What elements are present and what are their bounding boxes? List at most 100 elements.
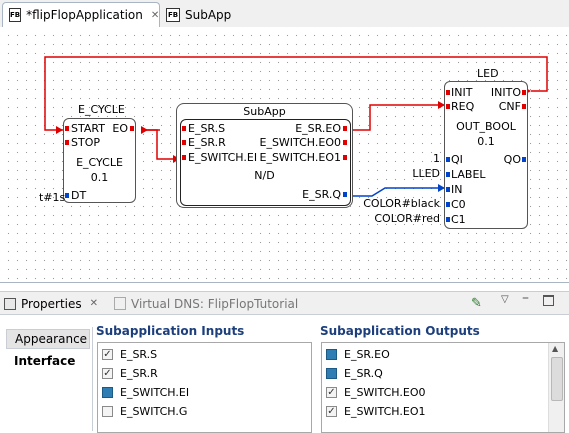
data-port[interactable] <box>446 202 450 207</box>
minimize-icon[interactable]: – <box>522 290 529 306</box>
tab-label: Properties <box>21 296 82 311</box>
item-label: E_SR.EO <box>344 348 390 361</box>
item-label: E_SWITCH.EO0 <box>344 386 426 399</box>
event-port[interactable] <box>182 140 186 145</box>
event-port[interactable] <box>65 126 69 131</box>
event-port[interactable] <box>522 104 526 109</box>
tab-virtual-dns[interactable]: Virtual DNS: FlipFlopTutorial <box>114 292 298 315</box>
editor-tab-bar: FB *flipFlopApplication ✕ FB SubApp <box>0 0 569 28</box>
data-port[interactable] <box>522 157 526 162</box>
data-port[interactable] <box>65 193 69 198</box>
port-label: INIT <box>451 86 473 99</box>
checkbox-checked-icon[interactable]: ✓ <box>326 387 337 398</box>
side-tab-appearance[interactable]: Appearance <box>6 329 90 349</box>
checkbox-unchecked-icon[interactable] <box>102 406 113 417</box>
subapp-title: SubApp <box>243 105 286 118</box>
port-start-label: START <box>71 122 105 135</box>
subapp-type-label: N/D <box>254 169 275 182</box>
block-type-label: E_CYCLE <box>76 156 123 169</box>
e-cycle-instance-name[interactable]: E_CYCLE <box>78 103 125 116</box>
port-label: QI <box>451 153 463 166</box>
list-item[interactable]: ✓ E_SWITCH.EO0 <box>322 383 564 402</box>
arrow-marker <box>56 126 63 134</box>
scrollbar[interactable]: ▲ <box>548 343 564 432</box>
tab-properties[interactable]: Properties ✕ <box>4 292 98 315</box>
list-item[interactable]: ✓ E_SR.R <box>98 364 311 383</box>
properties-panel: Appearance Interface Subapplication Inpu… <box>0 315 569 433</box>
list-item[interactable]: E_SWITCH.EI <box>98 383 311 402</box>
close-icon[interactable]: ✕ <box>151 10 159 21</box>
view-menu-icon[interactable]: ▽ <box>501 294 509 305</box>
item-label: E_SR.R <box>120 367 158 380</box>
event-port[interactable] <box>343 126 347 131</box>
item-label: E_SWITCH.EI <box>120 386 190 399</box>
diagram-canvas[interactable]: E_CYCLE START STOP EO E_CYCLE 0.1 DT t#1… <box>0 27 569 283</box>
inputs-list[interactable]: ✓ E_SR.S ✓ E_SR.R E_SWITCH.EI E_SWITCH.G <box>97 342 312 433</box>
tab-label: *flipFlopApplication <box>26 8 143 22</box>
data-port[interactable] <box>446 157 450 162</box>
tab-flipflop-application[interactable]: FB *flipFlopApplication ✕ <box>2 2 160 27</box>
event-port[interactable] <box>446 90 450 95</box>
event-port[interactable] <box>65 140 69 145</box>
pin-icon[interactable]: ✎ <box>471 296 482 311</box>
block-version-label: 0.1 <box>90 171 109 184</box>
port-dt-label: DT <box>71 189 87 202</box>
maximize-icon[interactable] <box>543 295 554 306</box>
inputs-section-title: Subapplication Inputs <box>96 324 245 338</box>
block-type-label: OUT_BOOL <box>456 120 516 133</box>
c0-parameter-value[interactable]: COLOR#black <box>350 197 440 210</box>
event-pin-icon[interactable] <box>326 368 337 379</box>
dns-icon <box>114 297 126 310</box>
event-pin-icon[interactable] <box>326 349 337 360</box>
arrow-marker <box>141 126 148 134</box>
event-port[interactable] <box>182 155 186 160</box>
event-port[interactable] <box>522 90 526 95</box>
label-parameter-value[interactable]: LLED <box>392 167 440 180</box>
port-label: E_SWITCH.EO1 <box>259 151 342 164</box>
tab-subapp[interactable]: FB SubApp <box>160 2 240 27</box>
side-tab-interface[interactable]: Interface <box>6 351 92 371</box>
scroll-up-icon[interactable]: ▲ <box>552 344 558 353</box>
event-pin-icon[interactable] <box>102 387 113 398</box>
checkbox-checked-icon[interactable]: ✓ <box>102 349 113 360</box>
led-instance-name[interactable]: LED <box>477 67 499 80</box>
event-port[interactable] <box>130 126 134 131</box>
data-port[interactable] <box>446 217 450 222</box>
e-cycle-block[interactable]: START STOP EO E_CYCLE 0.1 DT <box>63 118 136 203</box>
data-port[interactable] <box>446 187 450 192</box>
event-port[interactable] <box>343 140 347 145</box>
data-port[interactable] <box>343 192 347 197</box>
fb-icon: FB <box>9 8 22 22</box>
item-label: E_SWITCH.EO1 <box>344 405 426 418</box>
connection-eo-ei <box>141 129 180 160</box>
connection-q-in <box>352 187 445 197</box>
event-port[interactable] <box>182 126 186 131</box>
scrollbar-thumb[interactable] <box>551 357 563 401</box>
checkbox-checked-icon[interactable]: ✓ <box>326 406 337 417</box>
checkbox-checked-icon[interactable]: ✓ <box>102 368 113 379</box>
list-item[interactable]: E_SR.EO <box>322 345 564 364</box>
port-label: E_SR.R <box>188 136 226 149</box>
data-port[interactable] <box>446 172 450 177</box>
list-item[interactable]: E_SWITCH.G <box>98 402 311 421</box>
list-item[interactable]: ✓ E_SWITCH.EO1 <box>322 402 564 421</box>
qi-parameter-value[interactable]: 1 <box>422 152 440 165</box>
list-item[interactable]: E_SR.Q <box>322 364 564 383</box>
port-label: CNF <box>498 100 521 113</box>
fb-icon: FB <box>166 7 180 22</box>
item-label: E_SWITCH.G <box>120 405 188 418</box>
subapp-block[interactable]: SubApp E_SR.S E_SR.R E_SWITCH.EI E_SR.EO… <box>176 103 353 208</box>
port-label: REQ <box>451 100 475 113</box>
block-version-label: 0.1 <box>477 135 495 148</box>
c1-parameter-value[interactable]: COLOR#red <box>350 212 440 225</box>
list-item[interactable]: ✓ E_SR.S <box>98 345 311 364</box>
close-icon[interactable]: ✕ <box>90 298 98 309</box>
port-label: C0 <box>451 198 466 211</box>
event-port[interactable] <box>343 155 347 160</box>
event-port[interactable] <box>446 104 450 109</box>
outputs-list[interactable]: E_SR.EO E_SR.Q ✓ E_SWITCH.EO0 ✓ E_SWITCH.E… <box>321 342 565 433</box>
item-label: E_SR.Q <box>344 367 383 380</box>
dt-parameter-value[interactable]: t#1s <box>39 191 65 204</box>
led-block[interactable]: INIT REQ INITO CNF OUT_BOOL 0.1 QI QO LA… <box>444 81 528 229</box>
port-label: QO <box>503 153 521 166</box>
